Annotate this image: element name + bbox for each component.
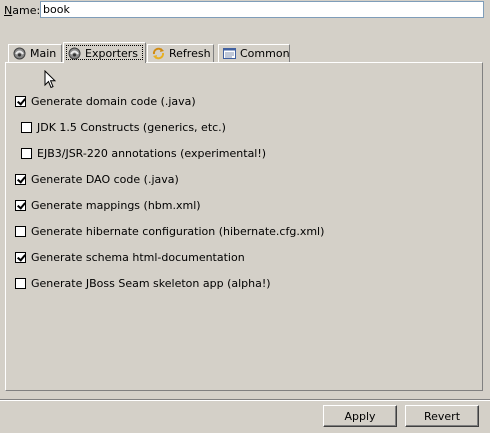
tab-main-label: Main: [30, 47, 57, 60]
checkbox[interactable]: [15, 96, 26, 107]
option-schema-doc[interactable]: Generate schema html-documentation: [15, 250, 245, 265]
name-label: Name:: [4, 4, 41, 17]
option-label: Generate DAO code (.java): [31, 173, 179, 186]
checkbox[interactable]: [21, 148, 32, 159]
tab-exporters-label: Exporters: [85, 46, 139, 60]
tab-refresh[interactable]: Refresh: [147, 44, 214, 62]
option-seam-app[interactable]: Generate JBoss Seam skeleton app (alpha!…: [15, 276, 271, 291]
checkbox[interactable]: [15, 200, 26, 211]
mouse-pointer-icon: [44, 69, 57, 92]
option-ejb3[interactable]: EJB3/JSR-220 annotations (experimental!): [21, 146, 266, 161]
revert-button[interactable]: Revert: [405, 405, 479, 427]
tab-main[interactable]: Main: [8, 44, 62, 62]
tab-refresh-label: Refresh: [169, 47, 211, 60]
option-hibernate-config[interactable]: Generate hibernate configuration (hibern…: [15, 224, 324, 239]
checkbox[interactable]: [15, 174, 26, 185]
hibernate-icon: [13, 47, 26, 60]
tab-common[interactable]: Common: [218, 44, 290, 62]
option-label: Generate domain code (.java): [31, 95, 196, 108]
checkbox[interactable]: [15, 278, 26, 289]
option-dao-code[interactable]: Generate DAO code (.java): [15, 172, 179, 187]
option-label: Generate JBoss Seam skeleton app (alpha!…: [31, 277, 271, 290]
checkbox[interactable]: [21, 122, 32, 133]
checkbox[interactable]: [15, 226, 26, 237]
option-jdk15[interactable]: JDK 1.5 Constructs (generics, etc.): [21, 120, 226, 135]
refresh-icon: [152, 47, 165, 60]
option-label: Generate hibernate configuration (hibern…: [31, 225, 325, 238]
tab-exporters[interactable]: Exporters: [63, 42, 146, 63]
option-label: EJB3/JSR-220 annotations (experimental!): [37, 147, 267, 160]
tab-common-label: Common: [240, 47, 290, 60]
option-mappings[interactable]: Generate mappings (hbm.xml): [15, 198, 201, 213]
name-label-mnemonic: N: [4, 4, 13, 17]
separator: [0, 399, 490, 401]
common-icon: [223, 47, 236, 60]
option-label: Generate schema html-documentation: [31, 251, 245, 264]
apply-button[interactable]: Apply: [323, 405, 397, 427]
exporters-panel: Generate domain code (.java) JDK 1.5 Con…: [5, 62, 483, 391]
option-label: JDK 1.5 Constructs (generics, etc.): [37, 121, 226, 134]
option-domain-code[interactable]: Generate domain code (.java): [15, 94, 196, 109]
option-label: Generate mappings (hbm.xml): [31, 199, 201, 212]
checkbox[interactable]: [15, 252, 26, 263]
hibernate-icon: [68, 47, 81, 60]
name-input[interactable]: [40, 1, 484, 18]
